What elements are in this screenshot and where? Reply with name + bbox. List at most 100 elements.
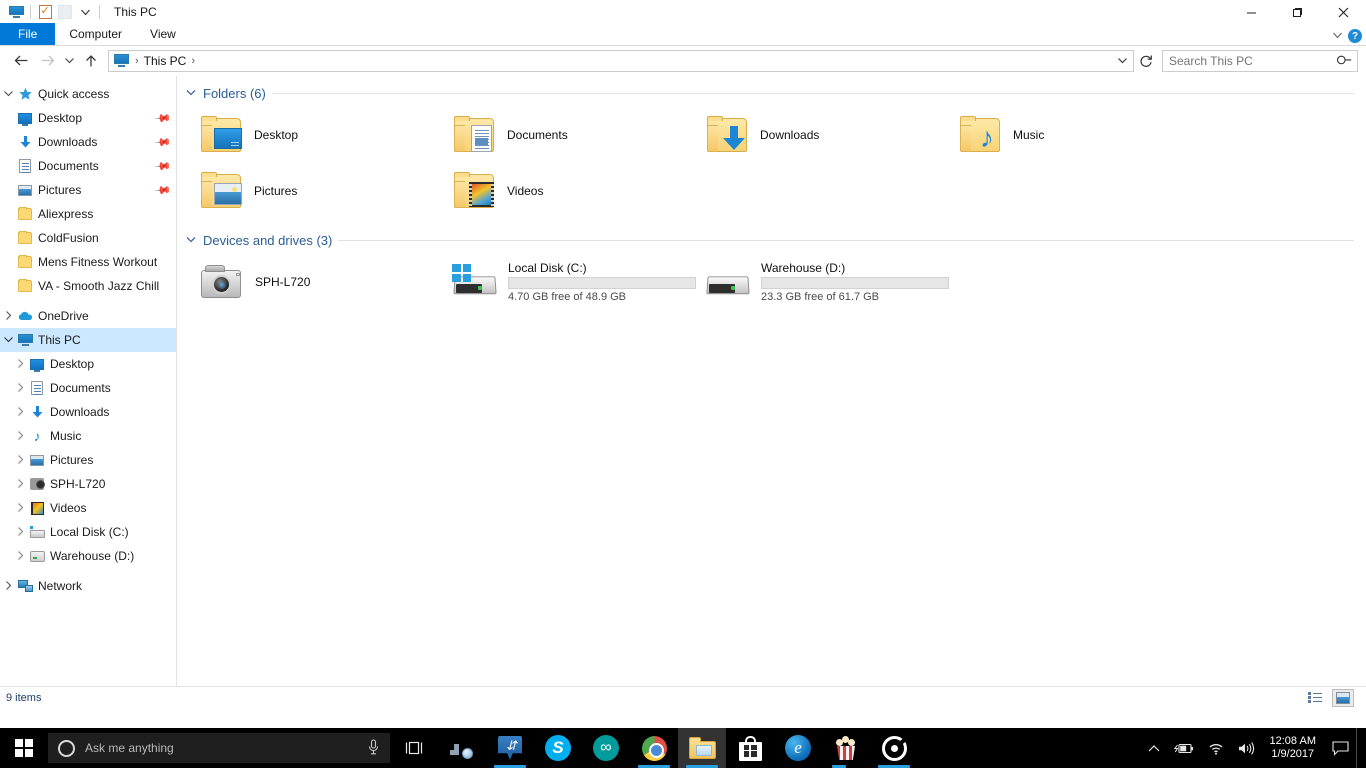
pin-icon[interactable]: 📌 <box>154 181 173 200</box>
expander-chevron-right-icon[interactable] <box>12 407 28 418</box>
back-button[interactable] <box>8 48 34 74</box>
breadcrumb-separator-1[interactable]: › <box>188 55 198 67</box>
expander-chevron-right-icon[interactable] <box>12 455 28 466</box>
pin-icon[interactable]: 📌 <box>154 157 173 176</box>
microsoft-store-app-button[interactable] <box>726 728 774 768</box>
expander-chevron-right-icon[interactable] <box>0 581 16 592</box>
tab-view[interactable]: View <box>136 23 190 45</box>
expander-chevron-right-icon[interactable] <box>12 551 28 562</box>
circle-app-button[interactable] <box>870 728 918 768</box>
sidebar-item-sph-l720[interactable]: SPH-L720 <box>0 472 176 496</box>
sidebar-item-va-smooth-jazz-chill[interactable]: VA - Smooth Jazz Chill <box>0 274 176 298</box>
sidebar-group-onedrive[interactable]: OneDrive <box>0 304 176 328</box>
tile-desktop[interactable]: Desktop <box>193 107 446 163</box>
tab-computer[interactable]: Computer <box>55 23 136 45</box>
sidebar-item-coldfusion[interactable]: ColdFusion <box>0 226 176 250</box>
clock[interactable]: 12:08 AM 1/9/2017 <box>1262 735 1324 761</box>
blank-icon[interactable] <box>55 2 75 22</box>
address-bar[interactable]: › This PC › <box>108 50 1134 72</box>
tab-file[interactable]: File <box>0 23 55 45</box>
collapse-chevron-down-icon[interactable] <box>185 235 197 246</box>
navigation-pane[interactable]: Quick access Desktop 📌 Downloads 📌 Docum… <box>0 76 177 686</box>
help-button[interactable]: ? <box>1348 29 1362 43</box>
file-explorer-app-button[interactable] <box>678 728 726 768</box>
wifi-icon[interactable] <box>1201 728 1231 768</box>
maximize-button[interactable] <box>1274 0 1320 24</box>
expander-chevron-right-icon[interactable] <box>12 383 28 394</box>
sidebar-item-music[interactable]: ♪ Music <box>0 424 176 448</box>
sidebar-item-desktop[interactable]: Desktop <box>0 352 176 376</box>
show-desktop-button[interactable] <box>1356 728 1362 768</box>
sidebar-item-documents-qa[interactable]: Documents 📌 <box>0 154 176 178</box>
popcorn-time-app-button[interactable] <box>822 728 870 768</box>
expand-ribbon-chevron-down-icon[interactable] <box>1333 31 1342 42</box>
expander-chevron-down-icon[interactable] <box>0 335 16 345</box>
sidebar-group-quick-access[interactable]: Quick access <box>0 82 176 106</box>
up-button[interactable] <box>78 48 104 74</box>
start-button[interactable] <box>0 728 48 768</box>
expander-chevron-right-icon[interactable] <box>0 311 16 322</box>
close-button[interactable] <box>1320 0 1366 24</box>
show-hidden-icons-button[interactable] <box>1141 728 1167 768</box>
content-pane[interactable]: Folders (6) Desktop Documents <box>177 76 1366 686</box>
details-view-button[interactable] <box>1304 689 1326 707</box>
skype-app-button[interactable]: S <box>534 728 582 768</box>
tile-sph-l720[interactable]: SPH-L720 <box>193 254 446 310</box>
expander-chevron-right-icon[interactable] <box>12 359 28 370</box>
sidebar-item-downloads[interactable]: Downloads <box>0 400 176 424</box>
sidebar-item-documents[interactable]: Documents <box>0 376 176 400</box>
address-dropdown-chevron-down-icon[interactable] <box>1113 56 1131 66</box>
drive-info: Local Disk (C:) 4.70 GB free of 48.9 GB <box>508 261 696 303</box>
tile-downloads[interactable]: Downloads <box>699 107 952 163</box>
properties-icon[interactable] <box>35 2 55 22</box>
tile-pictures[interactable]: Pictures <box>193 163 446 219</box>
speaker-icon[interactable] <box>1231 728 1262 768</box>
group-header-devices-and-drives[interactable]: Devices and drives (3) <box>177 233 1366 248</box>
customize-quick-access-chevron-down-icon[interactable]: Customize Quick Access Toolbar <box>75 2 95 22</box>
sidebar-item-pictures-qa[interactable]: Pictures 📌 <box>0 178 176 202</box>
expander-chevron-right-icon[interactable] <box>12 503 28 514</box>
tile-local-disk-c[interactable]: Local Disk (C:) 4.70 GB free of 48.9 GB <box>446 254 699 310</box>
sidebar-item-mens-fitness-workout[interactable]: Mens Fitness Workout <box>0 250 176 274</box>
cloud-icon <box>16 310 34 322</box>
microphone-icon[interactable] <box>367 739 380 758</box>
expander-chevron-down-icon[interactable] <box>0 89 16 99</box>
sidebar-item-downloads-qa[interactable]: Downloads 📌 <box>0 130 176 154</box>
sidebar-item-desktop-qa[interactable]: Desktop 📌 <box>0 106 176 130</box>
sidebar-item-videos[interactable]: Videos <box>0 496 176 520</box>
expander-chevron-right-icon[interactable] <box>12 527 28 538</box>
group-header-folders[interactable]: Folders (6) <box>177 86 1366 101</box>
address-bar-row: › This PC › <box>0 46 1366 76</box>
sidebar-group-this-pc[interactable]: This PC <box>0 328 176 352</box>
sidebar-item-aliexpress[interactable]: Aliexpress <box>0 202 176 226</box>
pin-icon[interactable]: 📌 <box>154 109 173 128</box>
chrome-app-button[interactable] <box>630 728 678 768</box>
search-box[interactable] <box>1162 50 1358 72</box>
recent-locations-chevron-down-icon[interactable] <box>60 48 78 74</box>
tile-music[interactable]: ♪ Music <box>952 107 1205 163</box>
arduino-app-button[interactable] <box>582 728 630 768</box>
tile-documents[interactable]: Documents <box>446 107 699 163</box>
refresh-button[interactable] <box>1134 48 1158 74</box>
collapse-chevron-down-icon[interactable] <box>185 88 197 99</box>
sidebar-group-network[interactable]: Network <box>0 574 176 598</box>
battery-charging-icon[interactable] <box>1167 728 1201 768</box>
cortana-search-box[interactable]: Ask me anything <box>48 733 390 763</box>
task-view-button[interactable] <box>390 728 438 768</box>
action-center-button[interactable] <box>1324 728 1356 768</box>
minimize-button[interactable] <box>1228 0 1274 24</box>
expander-chevron-right-icon[interactable] <box>12 431 28 442</box>
large-icons-view-button[interactable] <box>1332 689 1354 707</box>
pin-icon[interactable]: 📌 <box>154 133 173 152</box>
breadcrumb-this-pc[interactable]: This PC <box>142 54 189 68</box>
sidebar-item-local-disk-c[interactable]: Local Disk (C:) <box>0 520 176 544</box>
microsoft-edge-app-button[interactable]: e <box>774 728 822 768</box>
tile-videos[interactable]: Videos <box>446 163 699 219</box>
shortcut-app-button[interactable] <box>438 728 486 768</box>
sidebar-item-pictures[interactable]: Pictures <box>0 448 176 472</box>
sidebar-item-warehouse-d[interactable]: Warehouse (D:) <box>0 544 176 568</box>
search-input[interactable] <box>1169 54 1338 68</box>
tile-warehouse-d[interactable]: Warehouse (D:) 23.3 GB free of 61.7 GB <box>699 254 952 310</box>
expander-chevron-right-icon[interactable] <box>12 479 28 490</box>
jdownloader-app-button[interactable]: ⇵ <box>486 728 534 768</box>
